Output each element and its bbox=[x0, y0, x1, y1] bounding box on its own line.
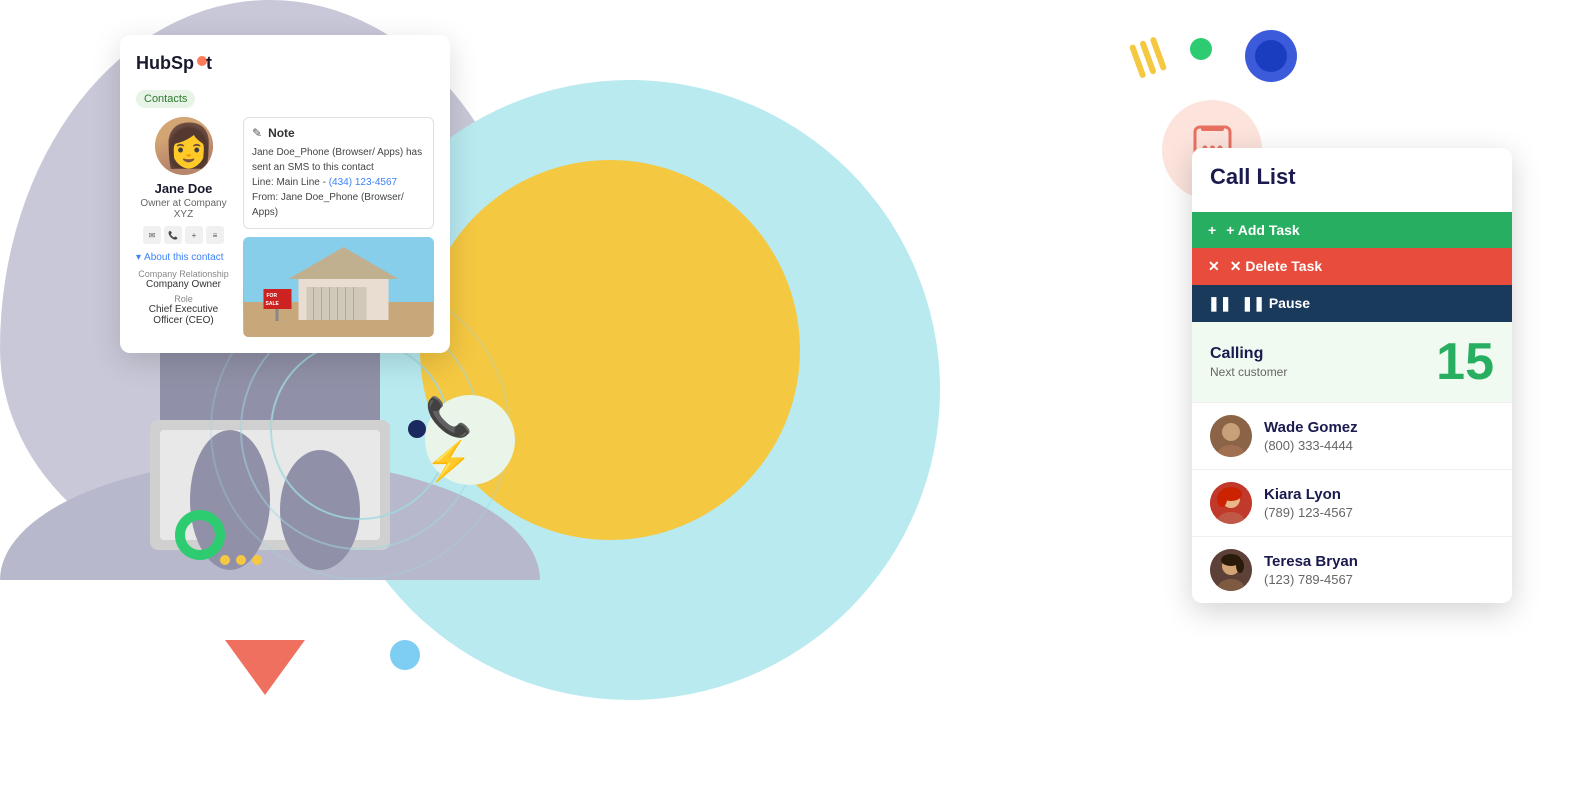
phone-lightning-icon: 📞⚡ bbox=[425, 396, 515, 484]
note-line3: From: Jane Doe_Phone (Browser/ Apps) bbox=[252, 190, 425, 220]
role-label: Role bbox=[136, 294, 231, 304]
property-image: FOR SALE bbox=[243, 237, 434, 337]
company-rel-label: Company Relationship bbox=[136, 269, 231, 279]
deco-dots bbox=[220, 555, 262, 565]
action-call[interactable]: 📞 bbox=[164, 226, 182, 244]
about-section: ▾ About this contact Company Relationshi… bbox=[136, 252, 231, 326]
teresa-name: Teresa Bryan bbox=[1264, 553, 1358, 570]
role-field: Role Chief Executive Officer (CEO) bbox=[136, 294, 231, 326]
wade-info: Wade Gomez (800) 333-4444 bbox=[1264, 419, 1358, 453]
wade-phone: (800) 333-4444 bbox=[1264, 438, 1358, 453]
teresa-info: Teresa Bryan (123) 789-4567 bbox=[1264, 553, 1358, 587]
add-icon: + bbox=[1208, 222, 1216, 238]
deco-dot-3 bbox=[252, 555, 262, 565]
contact-item-teresa[interactable]: Teresa Bryan (123) 789-4567 bbox=[1192, 536, 1512, 603]
note-header: ✎ Note bbox=[252, 126, 425, 140]
kiara-name: Kiara Lyon bbox=[1264, 486, 1353, 503]
svg-text:HubSp: HubSp bbox=[136, 53, 194, 73]
add-task-label: + Add Task bbox=[1226, 222, 1300, 238]
delete-icon: ✕ bbox=[1208, 258, 1220, 275]
contacts-badge: Contacts bbox=[136, 90, 195, 108]
contact-actions: ✉ 📞 + ≡ bbox=[136, 226, 231, 244]
delete-task-label: ✕ Delete Task bbox=[1230, 258, 1322, 275]
svg-text:t: t bbox=[206, 53, 212, 73]
avatar-teresa bbox=[1210, 549, 1252, 591]
kiara-info: Kiara Lyon (789) 123-4567 bbox=[1264, 486, 1353, 520]
role-value: Chief Executive Officer (CEO) bbox=[136, 304, 231, 326]
phone-link[interactable]: (434) 123-4567 bbox=[329, 177, 397, 188]
deco-blue-circle bbox=[1245, 30, 1297, 82]
delete-task-button[interactable]: ✕ ✕ Delete Task bbox=[1192, 248, 1512, 285]
deco-yellow-lines bbox=[1129, 36, 1167, 78]
deco-dot-1 bbox=[220, 555, 230, 565]
house-svg: FOR SALE bbox=[243, 237, 434, 337]
deco-triangle bbox=[225, 640, 305, 695]
add-task-button[interactable]: + + Add Task bbox=[1192, 212, 1512, 248]
calling-section: Calling Next customer 15 bbox=[1192, 322, 1512, 402]
note-line2: Line: Main Line - (434) 123-4567 bbox=[252, 175, 425, 190]
svg-text:FOR: FOR bbox=[267, 293, 278, 299]
contact-avatar bbox=[155, 117, 213, 175]
pause-button[interactable]: ❚❚ ❚❚ Pause bbox=[1192, 285, 1512, 322]
contact-list: Wade Gomez (800) 333-4444 Kiara Lyon (78… bbox=[1192, 402, 1512, 603]
note-label: Note bbox=[268, 126, 295, 140]
pause-icon: ❚❚ bbox=[1208, 295, 1231, 312]
note-icon: ✎ bbox=[252, 126, 262, 140]
call-list-panel: Call List + + Add Task ✕ ✕ Delete Task ❚… bbox=[1192, 148, 1512, 603]
deco-dot-2 bbox=[236, 555, 246, 565]
company-relationship-field: Company Relationship Company Owner bbox=[136, 269, 231, 290]
hubspot-logo-svg: HubSp t bbox=[136, 51, 231, 75]
call-list-header: Call List bbox=[1192, 148, 1512, 212]
next-customer-label: Next customer bbox=[1210, 365, 1287, 379]
crm-left-panel: Jane Doe Owner at Company XYZ ✉ 📞 + ≡ ▾ … bbox=[136, 117, 231, 337]
action-msg[interactable]: ✉ bbox=[143, 226, 161, 244]
contact-item-kiara[interactable]: Kiara Lyon (789) 123-4567 bbox=[1192, 469, 1512, 536]
avatar-wade bbox=[1210, 415, 1252, 457]
calling-number: 15 bbox=[1436, 336, 1494, 388]
contact-item-wade[interactable]: Wade Gomez (800) 333-4444 bbox=[1192, 402, 1512, 469]
avatar-kiara bbox=[1210, 482, 1252, 524]
kiara-phone: (789) 123-4567 bbox=[1264, 505, 1353, 520]
wade-name: Wade Gomez bbox=[1264, 419, 1358, 436]
deco-green-ring bbox=[175, 510, 225, 560]
crm-body: Jane Doe Owner at Company XYZ ✉ 📞 + ≡ ▾ … bbox=[136, 117, 434, 337]
action-add[interactable]: + bbox=[185, 226, 203, 244]
deco-green-dot bbox=[1190, 38, 1212, 60]
svg-text:SALE: SALE bbox=[266, 301, 280, 307]
hubspot-logo: HubSp t bbox=[136, 51, 434, 75]
note-section: ✎ Note Jane Doe_Phone (Browser/ Apps) ha… bbox=[243, 117, 434, 229]
calling-info: Calling Next customer bbox=[1210, 345, 1287, 379]
phone-icon-container: 📞⚡ bbox=[425, 395, 515, 485]
contact-title: Owner at Company XYZ bbox=[136, 198, 231, 220]
teresa-phone: (123) 789-4567 bbox=[1264, 572, 1358, 587]
kiara-avatar-svg bbox=[1210, 482, 1252, 524]
deco-blue-inner bbox=[1255, 40, 1287, 72]
teresa-avatar-svg bbox=[1210, 549, 1252, 591]
chevron-down-icon: ▾ bbox=[136, 252, 141, 263]
wade-avatar-svg bbox=[1210, 415, 1252, 457]
note-text: Jane Doe_Phone (Browser/ Apps) has sent … bbox=[252, 145, 425, 220]
deco-dark-dot bbox=[408, 420, 426, 438]
crm-right-panel: ✎ Note Jane Doe_Phone (Browser/ Apps) ha… bbox=[243, 117, 434, 337]
call-list-title: Call List bbox=[1210, 164, 1494, 190]
hubspot-card: HubSp t Contacts Jane Doe Owner at Compa… bbox=[120, 35, 450, 353]
company-rel-value: Company Owner bbox=[136, 279, 231, 290]
about-title: ▾ About this contact bbox=[136, 252, 231, 263]
avatar-image bbox=[155, 117, 213, 175]
deco-blue-small bbox=[390, 640, 420, 670]
action-more[interactable]: ≡ bbox=[206, 226, 224, 244]
note-line1: Jane Doe_Phone (Browser/ Apps) has sent … bbox=[252, 145, 425, 175]
calling-label: Calling bbox=[1210, 345, 1287, 363]
contact-name: Jane Doe bbox=[136, 181, 231, 196]
pause-label: ❚❚ Pause bbox=[1241, 295, 1310, 312]
